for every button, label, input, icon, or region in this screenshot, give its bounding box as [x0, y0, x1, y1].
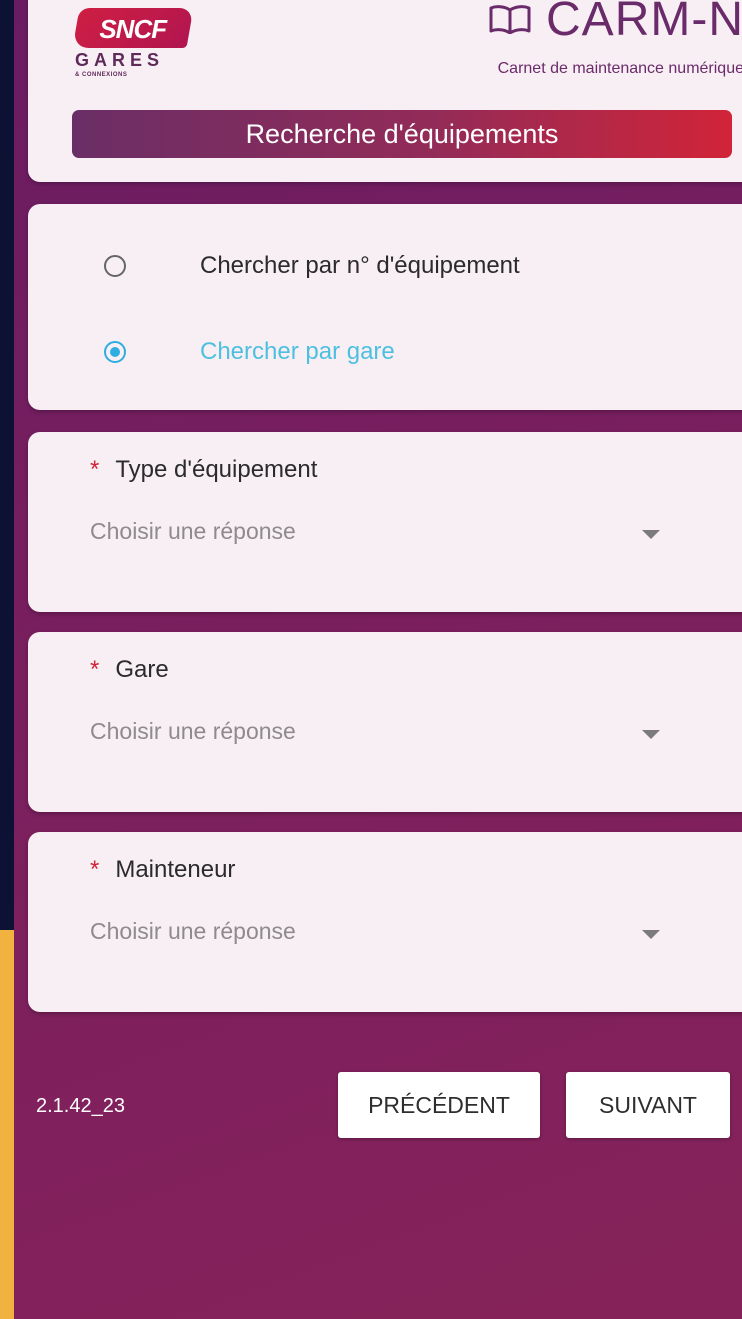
- radio-option-station[interactable]: Chercher par gare: [104, 332, 395, 372]
- radio-label: Chercher par n° d'équipement: [200, 252, 520, 279]
- connexions-label: & CONNEXIONS: [75, 72, 128, 78]
- chevron-down-icon[interactable]: [642, 730, 660, 739]
- maintainer-field[interactable]: * Mainteneur Choisir une réponse: [28, 832, 742, 1012]
- radio-checked-icon[interactable]: [104, 341, 126, 363]
- required-asterisk: *: [90, 856, 100, 883]
- field-label: * Gare: [90, 656, 169, 684]
- carm-brand: CARM-N: [488, 0, 742, 46]
- equipment-type-select[interactable]: Choisir une réponse: [90, 518, 296, 545]
- chevron-down-icon[interactable]: [642, 530, 660, 539]
- maintainer-select[interactable]: Choisir une réponse: [90, 918, 296, 945]
- field-label: * Mainteneur: [90, 856, 235, 884]
- previous-button[interactable]: PRÉCÉDENT: [338, 1072, 540, 1138]
- required-asterisk: *: [90, 656, 100, 683]
- app-screen: SNCF GARES & CONNEXIONS CARM-N Carnet de…: [14, 0, 742, 1319]
- page-title: Recherche d'équipements: [72, 110, 732, 158]
- field-label: * Type d'équipement: [90, 456, 317, 484]
- app-version: 2.1.42_23: [36, 1095, 125, 1117]
- field-label-text: Mainteneur: [115, 856, 236, 883]
- field-label-text: Gare: [115, 656, 169, 683]
- field-label-text: Type d'équipement: [115, 456, 318, 483]
- sncf-logo: SNCF: [72, 8, 194, 48]
- gares-label: GARES: [75, 50, 165, 70]
- search-mode-card: Chercher par n° d'équipement Chercher pa…: [28, 204, 742, 410]
- equipment-type-field[interactable]: * Type d'équipement Choisir une réponse: [28, 432, 742, 612]
- open-book-icon: [489, 5, 531, 34]
- station-field[interactable]: * Gare Choisir une réponse: [28, 632, 742, 812]
- app-subtitle: Carnet de maintenance numérique: [497, 60, 742, 77]
- next-button[interactable]: SUIVANT: [566, 1072, 730, 1138]
- app-name: CARM-N: [546, 0, 742, 46]
- required-asterisk: *: [90, 456, 100, 483]
- sncf-logo-text: SNCF: [99, 14, 167, 44]
- side-strip: [0, 930, 14, 1319]
- radio-unchecked-icon[interactable]: [104, 255, 126, 277]
- header-card: SNCF GARES & CONNEXIONS CARM-N Carnet de…: [28, 0, 742, 182]
- radio-label: Chercher par gare: [200, 338, 395, 365]
- radio-option-equipment-number[interactable]: Chercher par n° d'équipement: [104, 246, 520, 286]
- chevron-down-icon[interactable]: [642, 930, 660, 939]
- station-select[interactable]: Choisir une réponse: [90, 718, 296, 745]
